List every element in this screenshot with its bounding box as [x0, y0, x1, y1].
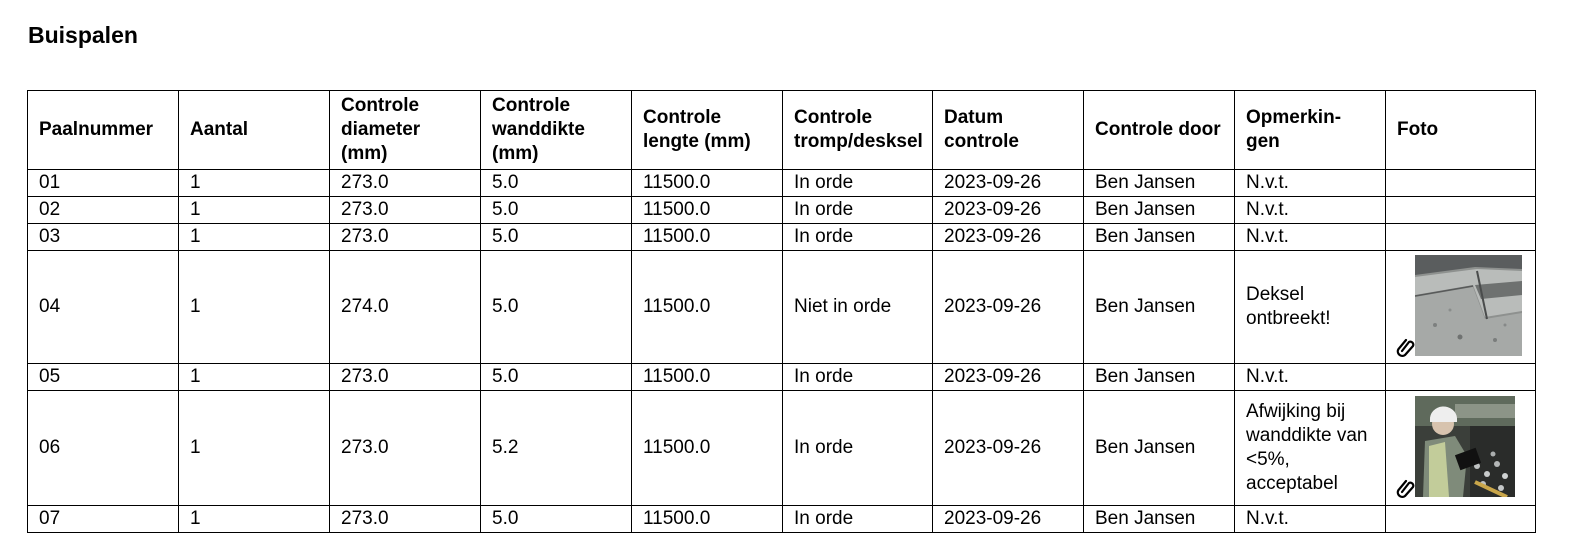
cell-wanddikte: 5.0	[480, 250, 632, 364]
cell-datum: 2023-09-26	[932, 196, 1084, 224]
cell-door: Ben Jansen	[1083, 196, 1235, 224]
cell-lengte: 11500.0	[631, 223, 783, 251]
header-controle-door: Controle door	[1083, 90, 1235, 170]
cell-lengte: 11500.0	[631, 363, 783, 391]
cell-opmerkingen: N.v.t.	[1234, 363, 1386, 391]
cell-datum: 2023-09-26	[932, 223, 1084, 251]
cell-diameter: 273.0	[329, 505, 481, 533]
cell-aantal: 1	[178, 363, 330, 391]
cell-door: Ben Jansen	[1083, 169, 1235, 197]
header-datum-controle: Datum controle	[932, 90, 1084, 170]
cell-datum: 2023-09-26	[932, 250, 1084, 364]
header-aantal: Aantal	[178, 90, 330, 170]
cell-opmerkingen: N.v.t.	[1234, 169, 1386, 197]
cell-tromp: In orde	[782, 223, 933, 251]
cell-wanddikte: 5.0	[480, 363, 632, 391]
cell-door: Ben Jansen	[1083, 390, 1235, 506]
cell-door: Ben Jansen	[1083, 223, 1235, 251]
cell-datum: 2023-09-26	[932, 363, 1084, 391]
cell-datum: 2023-09-26	[932, 390, 1084, 506]
table-row: 02 1 273.0 5.0 11500.0 In orde 2023-09-2…	[27, 196, 1536, 224]
worker-photo-image	[1415, 396, 1515, 497]
cell-foto	[1385, 196, 1536, 224]
cell-paalnummer: 01	[27, 169, 179, 197]
header-foto: Foto	[1385, 90, 1536, 170]
worker-photo-thumbnail[interactable]	[1415, 396, 1515, 497]
cell-wanddikte: 5.2	[480, 390, 632, 506]
cell-aantal: 1	[178, 196, 330, 224]
header-opmerkingen: Opmerkin-gen	[1234, 90, 1386, 170]
cell-opmerkingen: Deksel ontbreekt!	[1234, 250, 1386, 364]
cell-opmerkingen: N.v.t.	[1234, 223, 1386, 251]
cell-paalnummer: 04	[27, 250, 179, 364]
table-row: 06 1 273.0 5.2 11500.0 In orde 2023-09-2…	[27, 390, 1536, 506]
cell-aantal: 1	[178, 169, 330, 197]
cell-diameter: 273.0	[329, 390, 481, 506]
cell-opmerkingen: Afwijking bij wanddikte van <5%, accepta…	[1234, 390, 1386, 506]
header-paalnummer: Paalnummer	[27, 90, 179, 170]
cell-aantal: 1	[178, 390, 330, 506]
cell-foto	[1385, 223, 1536, 251]
concrete-photo-thumbnail[interactable]	[1415, 255, 1522, 356]
cell-wanddikte: 5.0	[480, 169, 632, 197]
cell-paalnummer: 03	[27, 223, 179, 251]
cell-paalnummer: 06	[27, 390, 179, 506]
cell-opmerkingen: N.v.t.	[1234, 505, 1386, 533]
cell-lengte: 11500.0	[631, 390, 783, 506]
cell-wanddikte: 5.0	[480, 196, 632, 224]
cell-tromp: In orde	[782, 505, 933, 533]
header-row: Paalnummer Aantal Controle diameter (mm)…	[27, 90, 1536, 170]
header-controle-wanddikte: Controle wanddikte (mm)	[480, 90, 632, 170]
cell-tromp: In orde	[782, 390, 933, 506]
table-row: 07 1 273.0 5.0 11500.0 In orde 2023-09-2…	[27, 505, 1536, 533]
cell-tromp: In orde	[782, 363, 933, 391]
header-controle-tromp: Controle tromp/desksel	[782, 90, 933, 170]
cell-aantal: 1	[178, 505, 330, 533]
concrete-photo-image	[1415, 255, 1522, 356]
cell-foto	[1385, 169, 1536, 197]
cell-aantal: 1	[178, 250, 330, 364]
page-title: Buispalen	[28, 22, 138, 48]
cell-paalnummer: 07	[27, 505, 179, 533]
cell-door: Ben Jansen	[1083, 250, 1235, 364]
cell-tromp: In orde	[782, 169, 933, 197]
cell-foto	[1385, 250, 1536, 364]
cell-door: Ben Jansen	[1083, 505, 1235, 533]
buispalen-table: Paalnummer Aantal Controle diameter (mm)…	[27, 90, 1536, 533]
table-row: 01 1 273.0 5.0 11500.0 In orde 2023-09-2…	[27, 169, 1536, 197]
cell-tromp: In orde	[782, 196, 933, 224]
cell-foto	[1385, 363, 1536, 391]
cell-diameter: 274.0	[329, 250, 481, 364]
cell-foto	[1385, 390, 1536, 506]
cell-lengte: 11500.0	[631, 250, 783, 364]
header-controle-lengte: Controle lengte (mm)	[631, 90, 783, 170]
paperclip-icon[interactable]	[1396, 478, 1416, 498]
cell-datum: 2023-09-26	[932, 169, 1084, 197]
cell-lengte: 11500.0	[631, 196, 783, 224]
cell-diameter: 273.0	[329, 196, 481, 224]
cell-paalnummer: 02	[27, 196, 179, 224]
cell-diameter: 273.0	[329, 169, 481, 197]
cell-door: Ben Jansen	[1083, 363, 1235, 391]
header-controle-diameter: Controle diameter (mm)	[329, 90, 481, 170]
cell-datum: 2023-09-26	[932, 505, 1084, 533]
cell-wanddikte: 5.0	[480, 223, 632, 251]
cell-lengte: 11500.0	[631, 169, 783, 197]
cell-foto	[1385, 505, 1536, 533]
cell-opmerkingen: N.v.t.	[1234, 196, 1386, 224]
cell-wanddikte: 5.0	[480, 505, 632, 533]
cell-lengte: 11500.0	[631, 505, 783, 533]
table-row: 04 1 274.0 5.0 11500.0 Niet in orde 2023…	[27, 250, 1536, 364]
cell-diameter: 273.0	[329, 223, 481, 251]
document-page: Buispalen Paalnummer Aantal Controle dia…	[0, 0, 1575, 560]
cell-tromp: Niet in orde	[782, 250, 933, 364]
cell-paalnummer: 05	[27, 363, 179, 391]
table-row: 03 1 273.0 5.0 11500.0 In orde 2023-09-2…	[27, 223, 1536, 251]
paperclip-icon[interactable]	[1396, 337, 1416, 357]
cell-aantal: 1	[178, 223, 330, 251]
table-row: 05 1 273.0 5.0 11500.0 In orde 2023-09-2…	[27, 363, 1536, 391]
cell-diameter: 273.0	[329, 363, 481, 391]
